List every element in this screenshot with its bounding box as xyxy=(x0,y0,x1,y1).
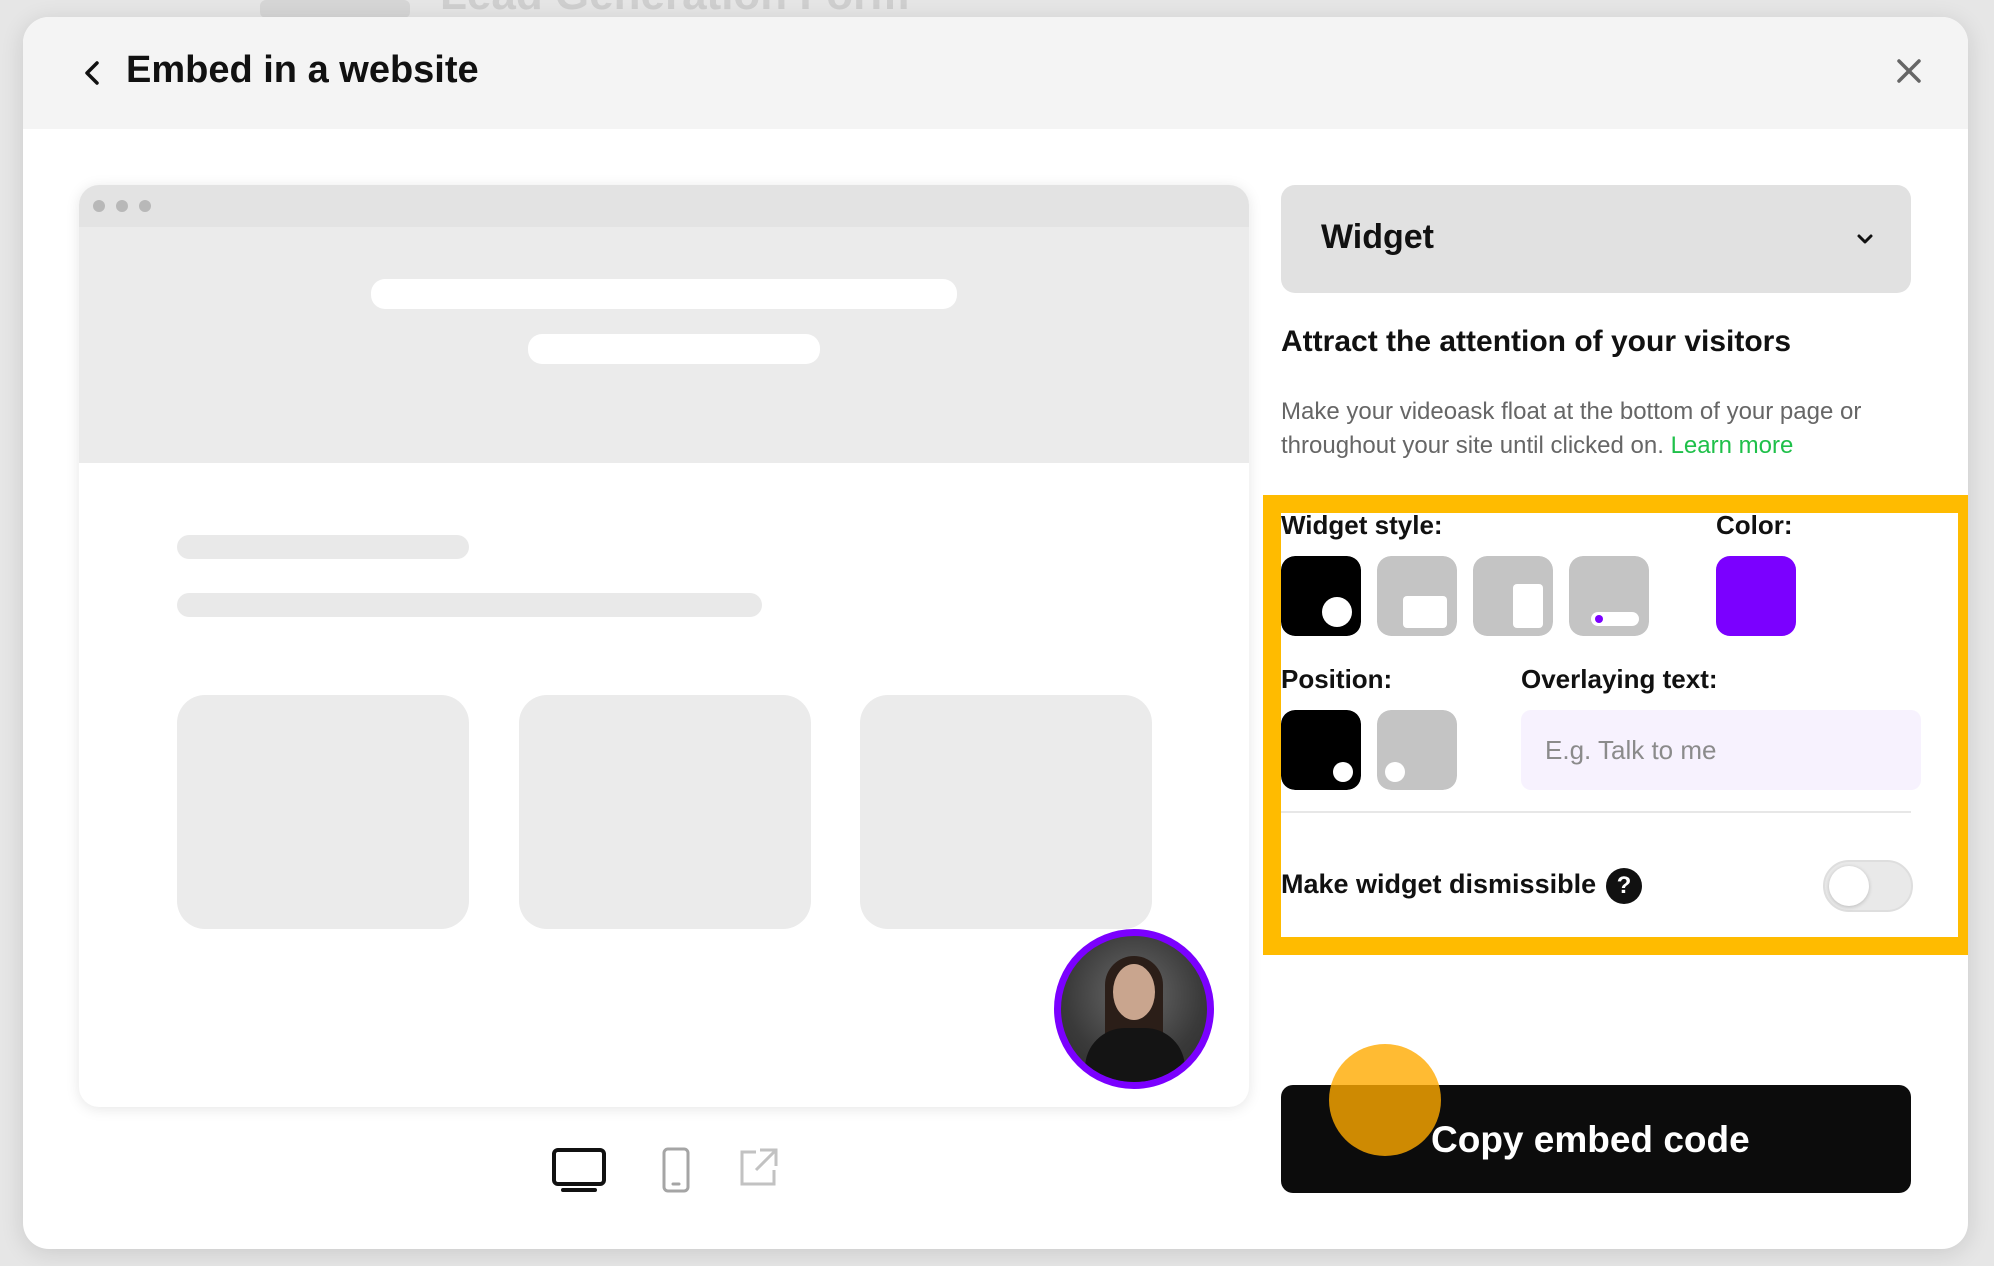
widget-style-landscape[interactable] xyxy=(1377,556,1457,636)
chevron-down-icon xyxy=(1857,234,1873,244)
placeholder-subtitle xyxy=(528,334,820,364)
modal-title: Embed in a website xyxy=(126,49,479,91)
color-swatch[interactable] xyxy=(1716,556,1796,636)
dismissible-label: Make widget dismissible xyxy=(1281,869,1597,899)
placeholder-card xyxy=(177,695,469,929)
placeholder-card xyxy=(860,695,1152,929)
browser-dot xyxy=(116,200,128,212)
modal-header: Embed in a website xyxy=(23,17,1968,129)
browser-dot xyxy=(93,200,105,212)
cursor-indicator xyxy=(1329,1044,1441,1156)
position-bottom-right[interactable] xyxy=(1281,710,1361,790)
section-description: Make your videoask float at the bottom o… xyxy=(1281,395,1921,463)
website-preview xyxy=(79,185,1249,1107)
browser-bar xyxy=(79,185,1249,227)
mobile-icon[interactable] xyxy=(661,1146,691,1194)
widget-style-circle[interactable] xyxy=(1281,556,1361,636)
section-heading: Attract the attention of your visitors xyxy=(1281,325,1792,358)
preview-hero xyxy=(79,227,1249,463)
desktop-icon[interactable] xyxy=(551,1147,607,1193)
video-widget-avatar[interactable] xyxy=(1054,929,1214,1089)
help-icon[interactable]: ? xyxy=(1606,868,1642,904)
dismissible-toggle[interactable] xyxy=(1823,860,1913,912)
chevron-left-icon[interactable] xyxy=(75,55,111,91)
placeholder-line xyxy=(177,535,469,559)
close-icon[interactable] xyxy=(1891,53,1927,89)
overlaying-text-label: Overlaying text: xyxy=(1521,664,1718,694)
color-label: Color: xyxy=(1716,510,1793,540)
embed-type-value: Widget xyxy=(1321,218,1435,256)
widget-style-label: Widget style: xyxy=(1281,510,1443,540)
overlaying-text-input[interactable] xyxy=(1521,710,1921,790)
divider xyxy=(1281,811,1911,813)
placeholder-line xyxy=(177,593,762,617)
position-label: Position: xyxy=(1281,664,1393,694)
placeholder-card xyxy=(519,695,811,929)
copy-embed-code-label: Copy embed code xyxy=(1431,1119,1750,1160)
widget-style-button[interactable] xyxy=(1569,556,1649,636)
embed-type-dropdown[interactable]: Widget xyxy=(1281,185,1911,293)
embed-modal: Embed in a website Widget Attract the at… xyxy=(23,17,1968,1249)
learn-more-link[interactable]: Learn more xyxy=(1671,432,1794,459)
widget-style-portrait[interactable] xyxy=(1473,556,1553,636)
background-thumbnail xyxy=(260,0,410,18)
browser-dot xyxy=(139,200,151,212)
external-link-icon[interactable] xyxy=(736,1146,780,1190)
toggle-knob xyxy=(1829,866,1869,906)
placeholder-title xyxy=(371,279,957,309)
position-bottom-left[interactable] xyxy=(1377,710,1457,790)
